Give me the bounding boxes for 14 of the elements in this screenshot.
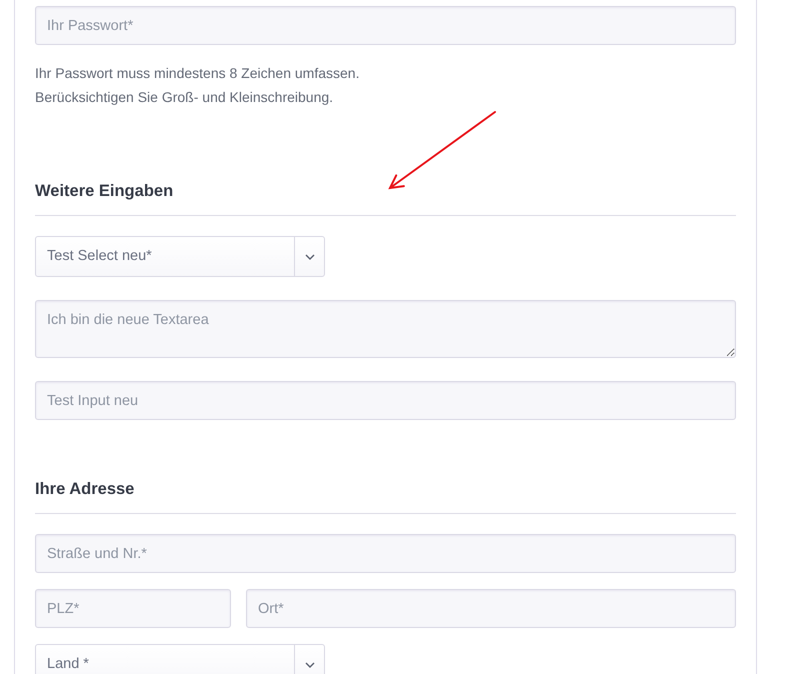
select-field[interactable]: Test Select neu* [35, 236, 325, 277]
input-field[interactable]: PLZ* [35, 589, 231, 628]
caret-icon [304, 254, 314, 260]
textarea-field[interactable]: Ich bin die neue Textarea [35, 300, 736, 358]
section-heading: Weitere Eingaben [35, 179, 736, 216]
select-field[interactable]: Land * [35, 644, 325, 674]
input-field[interactable]: Test Input neu [35, 381, 736, 420]
input-field[interactable]: Straße und Nr.* [35, 534, 736, 573]
hint-text: Ihr Passwort muss mindestens 8 Zeichen umfassen. [35, 64, 360, 83]
hint-text: Berücksichtigen Sie Groß- und Kleinschreibung. [35, 88, 334, 107]
section-heading: Ihre Adresse [35, 477, 736, 514]
caret-icon [304, 662, 314, 668]
input-field[interactable]: Ort* [246, 589, 736, 628]
password-field[interactable]: Ihr Passwort* [35, 6, 736, 45]
